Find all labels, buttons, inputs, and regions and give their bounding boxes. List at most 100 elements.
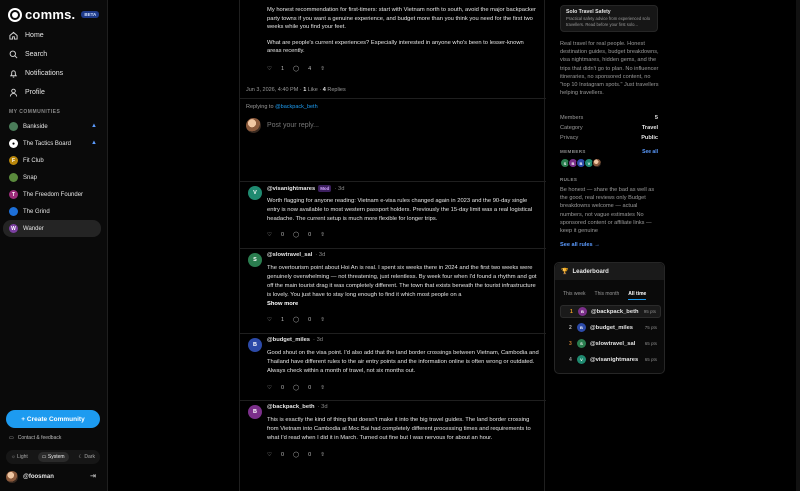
leaderboard-username: @visanightmares: [590, 356, 639, 363]
nav-label: Search: [25, 51, 48, 58]
community-avatar: [9, 173, 18, 182]
mod-badge: Mod: [318, 185, 332, 192]
rank-number: 1: [570, 308, 573, 315]
comment-username[interactable]: @budget_miles: [267, 337, 310, 343]
bell-icon: [9, 69, 18, 78]
share-count: 0: [308, 317, 312, 323]
comment-header: @backpack_beth · 3d: [267, 404, 328, 410]
like-count: 1: [280, 317, 284, 323]
logo[interactable]: comms. BETA: [8, 7, 100, 22]
trophy-icon: 🏆: [561, 269, 569, 275]
theme-dark-option[interactable]: ☾ Dark: [79, 454, 95, 460]
tab-this-month[interactable]: This month: [595, 291, 620, 300]
community-item-tactics-board[interactable]: ● The Tactics Board ▲: [3, 135, 101, 152]
comment-icon[interactable]: ◯: [293, 385, 299, 391]
post-actions: ♡ 1 ◯ 4 ⇧: [267, 66, 325, 72]
leaderboard-row[interactable]: 3 S @slowtravel_sal 65 pts: [560, 337, 661, 350]
community-item-fit-club[interactable]: F Fit Club: [3, 152, 101, 169]
comment-avatar[interactable]: B: [248, 338, 262, 352]
tab-all-time[interactable]: All time: [628, 291, 647, 300]
logout-icon[interactable]: ⇥: [90, 472, 96, 480]
leaderboard-username: @budget_miles: [590, 324, 634, 331]
community-avatar: T: [9, 190, 18, 199]
contact-feedback-link[interactable]: ▭ Contact & feedback: [9, 435, 61, 441]
leaderboard-row[interactable]: 2 B @budget_miles 75 pts: [560, 321, 661, 334]
community-item-the-grind[interactable]: The Grind: [3, 203, 101, 220]
comment-icon: ◯: [293, 66, 300, 72]
reply-input[interactable]: Post your reply...: [267, 122, 319, 129]
see-all-members-link[interactable]: See all: [642, 149, 658, 155]
like-button[interactable]: ♡: [267, 66, 272, 72]
communities-heading: MY COMMUNITIES: [9, 109, 61, 115]
nav-profile[interactable]: Profile: [0, 83, 108, 102]
replying-to-user[interactable]: @backpack_beth: [275, 104, 318, 110]
share-icon[interactable]: ⇧: [320, 452, 325, 458]
comment-avatar[interactable]: B: [248, 405, 262, 419]
like-count: 1: [280, 66, 284, 72]
members-heading: MEMBERS: [560, 149, 586, 154]
current-user[interactable]: @foosman ⇥: [6, 470, 100, 484]
leaderboard-points: 95 pts: [643, 309, 656, 314]
show-more-link[interactable]: Show more: [267, 301, 298, 307]
heart-icon[interactable]: ♡: [267, 232, 272, 238]
see-all-rules-link[interactable]: See all rules →: [560, 242, 600, 248]
create-community-button[interactable]: + Create Community: [6, 410, 100, 428]
comment-username[interactable]: @visanightmares: [267, 186, 315, 192]
comment-time-value: 3d: [337, 185, 345, 192]
heart-icon[interactable]: ♡: [267, 385, 272, 391]
comment-button[interactable]: ◯: [293, 66, 299, 72]
leaderboard-row[interactable]: 4 V @visanightmares 65 pts: [560, 353, 661, 366]
leaderboard-row[interactable]: 1 B @backpack_beth 95 pts: [560, 305, 661, 318]
comment-icon[interactable]: ◯: [293, 317, 299, 323]
heart-icon[interactable]: ♡: [267, 452, 272, 458]
nav-home[interactable]: Home: [0, 26, 108, 45]
community-item-snap[interactable]: Snap: [3, 169, 101, 186]
comment-username[interactable]: @backpack_beth: [267, 404, 315, 410]
post-paragraph: What are people's current experiences? E…: [267, 39, 524, 55]
share-count: 0: [308, 452, 312, 458]
leaderboard-points: 65 pts: [644, 357, 657, 362]
comment-text: The overtourism point about Hoi An is re…: [267, 264, 539, 309]
community-item-freedom-founder[interactable]: T The Freedom Founder: [3, 186, 101, 203]
pinned-guide-card[interactable]: Solo Travel Safety Practical safety advi…: [560, 5, 658, 32]
nav-notifications[interactable]: Notifications: [0, 64, 108, 83]
community-item-wander[interactable]: W Wander: [3, 220, 101, 237]
leaderboard-points: 75 pts: [644, 325, 657, 330]
comment-icon[interactable]: ◯: [293, 232, 299, 238]
stat-value: Travel: [641, 125, 658, 131]
page-scrollbar[interactable]: [796, 0, 800, 491]
community-name: The Freedom Founder: [23, 191, 84, 198]
comment-icon[interactable]: ◯: [293, 452, 299, 458]
comment: S @slowtravel_sal · 3d The overtourism p…: [240, 248, 546, 332]
nav-search[interactable]: Search: [0, 45, 108, 64]
nav-label: Home: [25, 32, 44, 39]
stat-category: Category Travel: [560, 125, 658, 131]
share-button[interactable]: ⇧: [320, 66, 325, 72]
reply-composer[interactable]: Post your reply...: [246, 118, 319, 133]
comment-time: · 3d: [313, 337, 324, 343]
share-icon[interactable]: ⇧: [320, 232, 325, 238]
theme-system-option[interactable]: ▭ System: [37, 452, 69, 462]
member-avatar[interactable]: [592, 158, 602, 168]
community-avatar: [9, 207, 18, 216]
beta-badge: BETA: [81, 11, 100, 18]
member-avatars: S B B V: [560, 158, 602, 168]
pin-icon: ▲: [91, 140, 97, 146]
share-icon[interactable]: ⇧: [320, 317, 325, 323]
comment-time-value: 3d: [318, 252, 326, 258]
comment-avatar[interactable]: V: [248, 186, 262, 200]
rank-number: 3: [569, 340, 572, 347]
share-icon[interactable]: ⇧: [320, 385, 325, 391]
comment: V @visanightmares Mod · 3d Worth flaggin…: [240, 181, 546, 247]
search-icon: [9, 50, 18, 59]
share-count: 0: [308, 385, 312, 391]
replying-to: Replying to @backpack_beth: [246, 104, 318, 110]
post-body: My honest recommendation for first-timer…: [267, 6, 537, 63]
post-date: Jun 3, 2026, 4:40 PM: [246, 87, 299, 93]
comment-username[interactable]: @slowtravel_sal: [267, 252, 312, 258]
tab-this-week[interactable]: This week: [563, 291, 586, 300]
theme-light-option[interactable]: ☼ Light: [11, 454, 28, 460]
heart-icon[interactable]: ♡: [267, 317, 272, 323]
comment-avatar[interactable]: S: [248, 253, 262, 267]
community-item-bankside[interactable]: Bankside ▲: [3, 118, 101, 135]
